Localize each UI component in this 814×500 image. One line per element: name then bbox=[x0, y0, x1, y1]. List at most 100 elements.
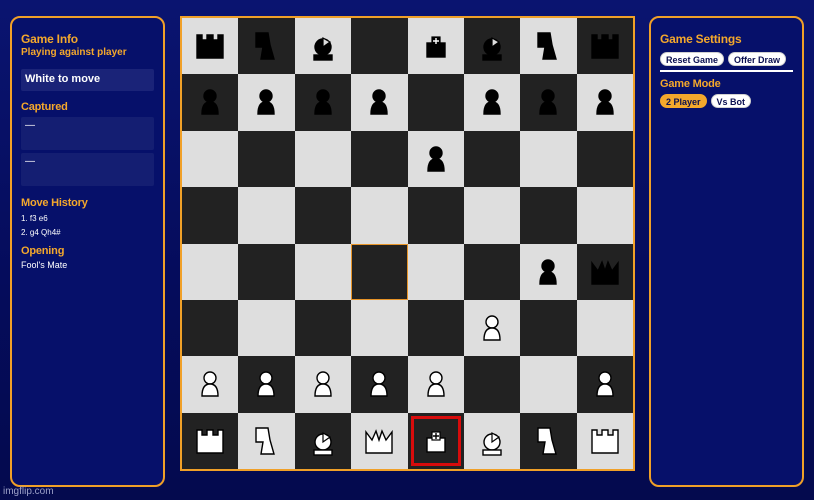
board-square[interactable] bbox=[182, 299, 239, 357]
board-square[interactable] bbox=[238, 412, 295, 470]
reset-game-button[interactable]: Reset Game bbox=[660, 52, 725, 66]
board-square[interactable] bbox=[407, 187, 464, 244]
board-square[interactable] bbox=[407, 412, 464, 470]
mode-two-player-button[interactable]: 2 Player bbox=[660, 94, 707, 108]
black-pawn-icon[interactable] bbox=[309, 87, 337, 117]
board-square[interactable] bbox=[520, 356, 577, 413]
white-pawn-icon[interactable] bbox=[252, 369, 280, 399]
board-square[interactable] bbox=[463, 299, 521, 357]
white-pawn-icon[interactable] bbox=[196, 369, 224, 399]
board-square[interactable] bbox=[351, 187, 408, 244]
board-square[interactable] bbox=[351, 130, 408, 188]
black-pawn-icon[interactable] bbox=[534, 257, 562, 287]
board-square[interactable] bbox=[520, 299, 577, 357]
board-square[interactable] bbox=[463, 18, 521, 75]
board-square[interactable] bbox=[182, 412, 239, 470]
mode-vs-bot-button[interactable]: Vs Bot bbox=[710, 94, 752, 108]
board-square[interactable] bbox=[576, 412, 634, 470]
board-square[interactable] bbox=[238, 74, 295, 131]
black-pawn-icon[interactable] bbox=[365, 87, 393, 117]
black-knight-icon[interactable] bbox=[534, 31, 562, 61]
board-square[interactable] bbox=[576, 18, 634, 75]
board-square[interactable] bbox=[520, 187, 577, 244]
black-king-icon[interactable] bbox=[422, 31, 450, 61]
board-square[interactable] bbox=[182, 130, 239, 188]
black-rook-icon[interactable] bbox=[196, 31, 224, 61]
board-square[interactable] bbox=[294, 130, 352, 188]
white-knight-icon[interactable] bbox=[534, 426, 562, 456]
board-square[interactable] bbox=[407, 243, 464, 300]
board-square[interactable] bbox=[182, 187, 239, 244]
board-square[interactable] bbox=[351, 299, 408, 357]
white-knight-icon[interactable] bbox=[252, 426, 280, 456]
board-square[interactable] bbox=[351, 412, 408, 470]
black-knight-icon[interactable] bbox=[252, 31, 280, 61]
black-pawn-icon[interactable] bbox=[591, 87, 619, 117]
board-square[interactable] bbox=[238, 187, 295, 244]
board-square[interactable] bbox=[294, 356, 352, 413]
board-square[interactable] bbox=[520, 18, 577, 75]
board-square[interactable] bbox=[576, 74, 634, 131]
board-square[interactable] bbox=[351, 18, 408, 75]
board-square[interactable] bbox=[238, 243, 295, 300]
white-bishop-icon[interactable] bbox=[478, 426, 506, 456]
white-pawn-icon[interactable] bbox=[478, 313, 506, 343]
board-square[interactable] bbox=[520, 243, 577, 300]
board-square[interactable] bbox=[576, 187, 634, 244]
board-square[interactable] bbox=[463, 412, 521, 470]
board-square[interactable] bbox=[463, 356, 521, 413]
board-square[interactable] bbox=[576, 243, 634, 300]
board-square[interactable] bbox=[520, 74, 577, 131]
white-rook-icon[interactable] bbox=[196, 426, 224, 456]
board-square[interactable] bbox=[463, 74, 521, 131]
board-square[interactable] bbox=[182, 243, 239, 300]
board-square[interactable] bbox=[576, 130, 634, 188]
board-square[interactable] bbox=[351, 74, 408, 131]
black-bishop-icon[interactable] bbox=[478, 31, 506, 61]
board-square[interactable] bbox=[463, 243, 521, 300]
board-square[interactable] bbox=[463, 130, 521, 188]
board-square[interactable] bbox=[520, 412, 577, 470]
board-square[interactable] bbox=[407, 356, 464, 413]
board-square[interactable] bbox=[576, 299, 634, 357]
offer-draw-button[interactable]: Offer Draw bbox=[728, 52, 787, 66]
board-square[interactable] bbox=[463, 187, 521, 244]
black-pawn-icon[interactable] bbox=[422, 144, 450, 174]
board-square[interactable] bbox=[294, 74, 352, 131]
black-bishop-icon[interactable] bbox=[309, 31, 337, 61]
board-square[interactable] bbox=[294, 299, 352, 357]
black-rook-icon[interactable] bbox=[590, 31, 619, 61]
white-pawn-icon[interactable] bbox=[309, 369, 337, 399]
board-square[interactable] bbox=[294, 187, 352, 244]
white-queen-icon[interactable] bbox=[365, 426, 393, 456]
white-pawn-icon[interactable] bbox=[591, 369, 619, 399]
board-square[interactable] bbox=[294, 243, 352, 300]
white-pawn-icon[interactable] bbox=[365, 369, 393, 399]
black-pawn-icon[interactable] bbox=[478, 87, 506, 117]
black-pawn-icon[interactable] bbox=[534, 87, 562, 117]
board-square[interactable] bbox=[407, 18, 464, 75]
board-square[interactable] bbox=[182, 18, 239, 75]
white-pawn-icon[interactable] bbox=[422, 369, 450, 399]
board-square[interactable] bbox=[238, 130, 295, 188]
board-square[interactable] bbox=[407, 74, 464, 131]
board-square[interactable] bbox=[238, 299, 295, 357]
board-square[interactable] bbox=[294, 412, 352, 470]
black-queen-icon[interactable] bbox=[590, 257, 619, 287]
board-square[interactable] bbox=[238, 18, 295, 75]
board-square[interactable] bbox=[351, 356, 408, 413]
board-square[interactable] bbox=[238, 356, 295, 413]
board-square[interactable] bbox=[576, 356, 634, 413]
white-bishop-icon[interactable] bbox=[309, 426, 337, 456]
board-square[interactable] bbox=[351, 243, 408, 300]
board-square[interactable] bbox=[182, 356, 239, 413]
board-square[interactable] bbox=[294, 18, 352, 75]
black-pawn-icon[interactable] bbox=[196, 87, 224, 117]
white-king-icon[interactable] bbox=[422, 426, 450, 456]
board-square[interactable] bbox=[520, 130, 577, 188]
board-square[interactable] bbox=[407, 130, 464, 188]
white-rook-icon[interactable] bbox=[590, 426, 619, 456]
chess-board[interactable] bbox=[180, 16, 635, 471]
board-square[interactable] bbox=[407, 299, 464, 357]
black-pawn-icon[interactable] bbox=[252, 87, 280, 117]
